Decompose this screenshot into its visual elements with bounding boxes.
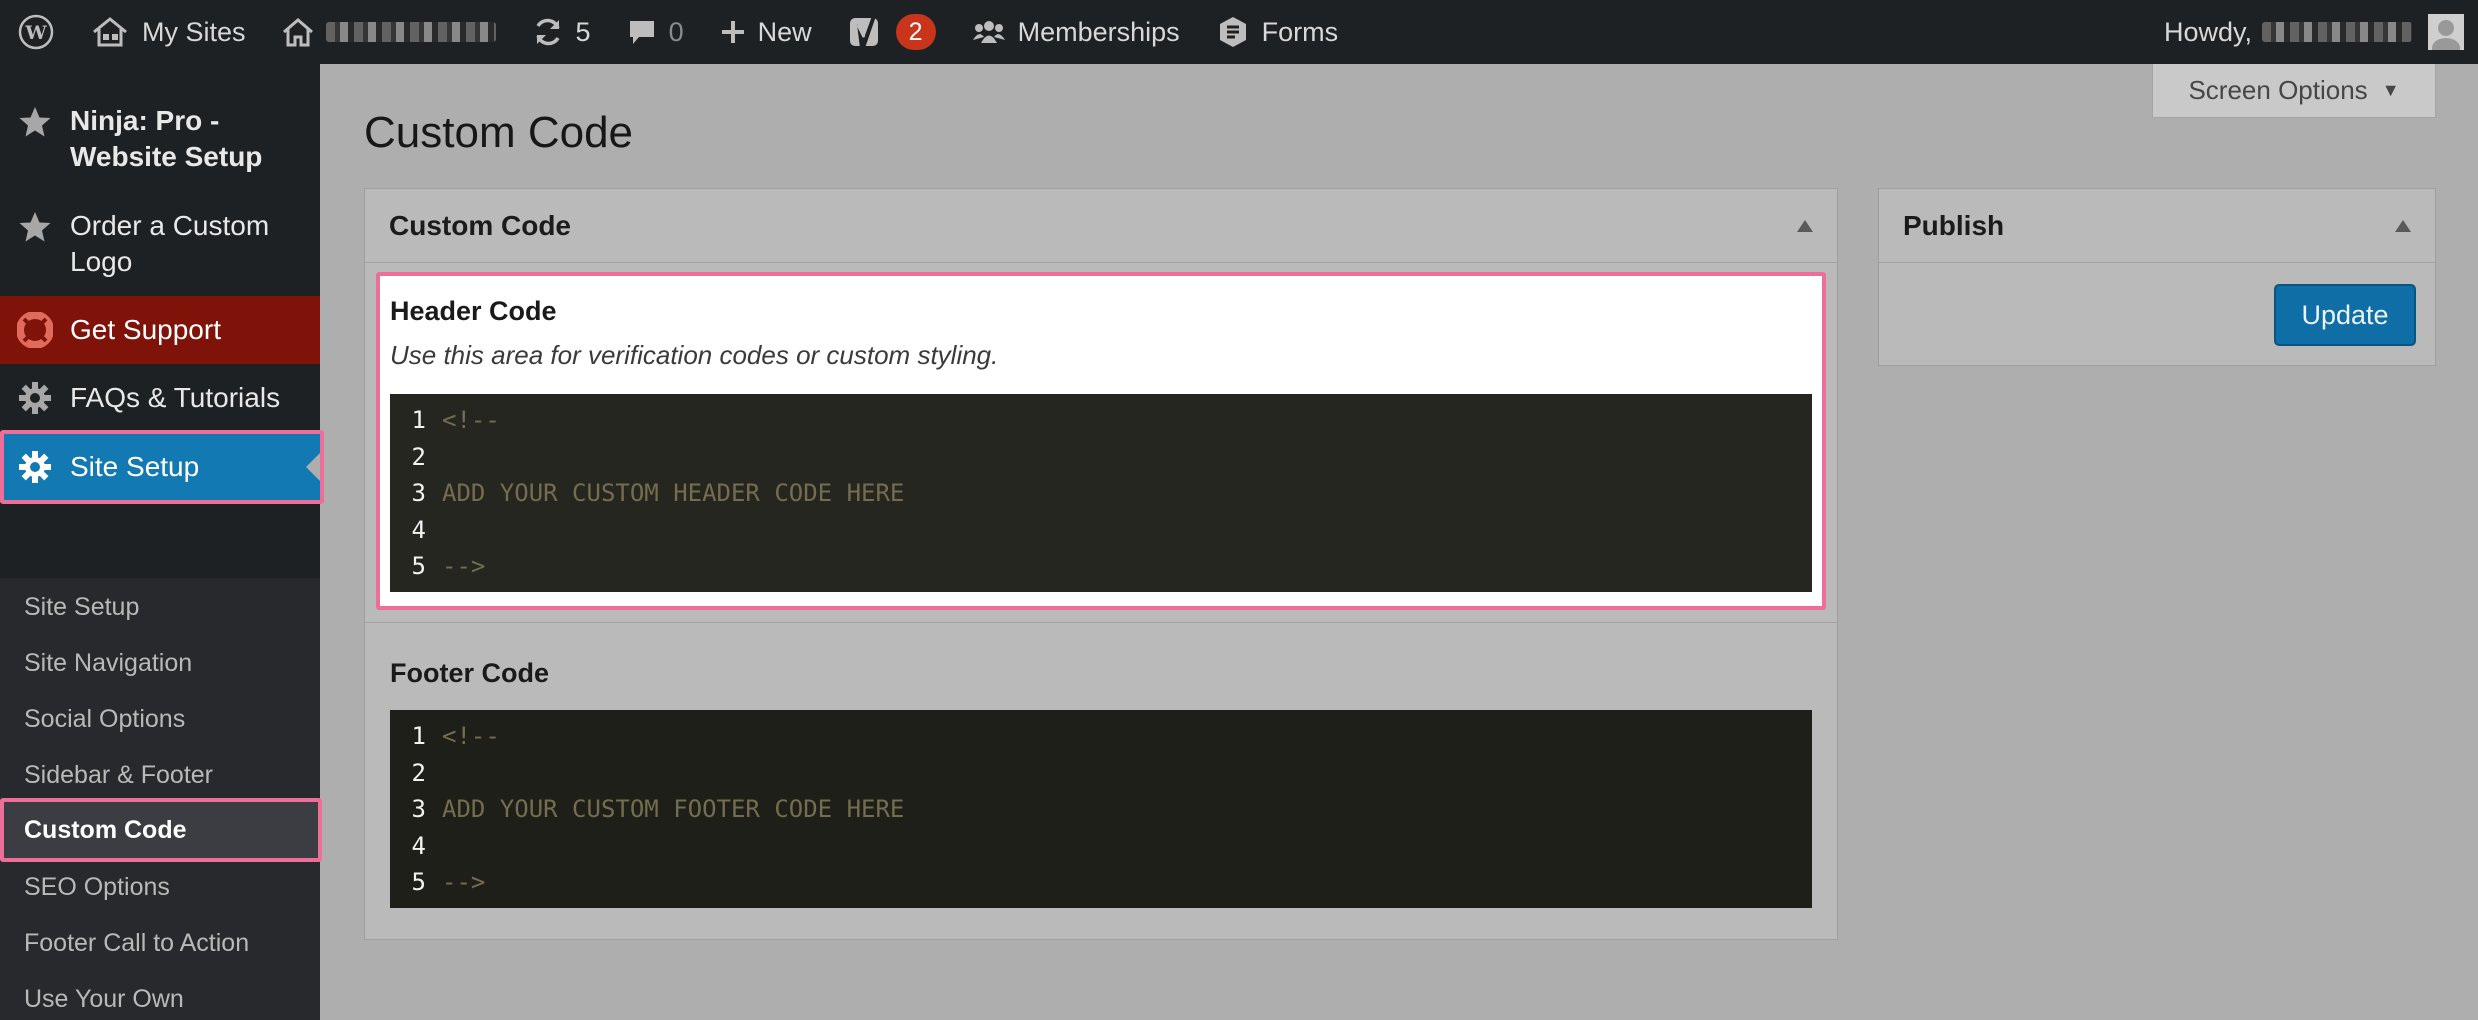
my-sites-label: My Sites bbox=[142, 16, 246, 47]
wordpress-logo-icon[interactable]: W bbox=[0, 0, 72, 64]
gear-icon bbox=[16, 379, 54, 417]
gear-icon bbox=[16, 448, 54, 486]
menu-item-get-support[interactable]: Get Support bbox=[0, 296, 320, 364]
menu-item-label: Get Support bbox=[70, 314, 221, 345]
comments-menu[interactable]: 0 bbox=[609, 0, 702, 64]
update-button[interactable]: Update bbox=[2274, 284, 2416, 346]
memberships-menu[interactable]: Memberships bbox=[954, 0, 1198, 64]
code-text: --> bbox=[442, 552, 486, 581]
yoast-menu[interactable]: 2 bbox=[830, 0, 954, 64]
submenu-own-domain[interactable]: Use Your Own Domain bbox=[0, 982, 260, 1020]
submenu-seo-options[interactable]: SEO Options bbox=[0, 870, 320, 904]
code-line: 2 bbox=[411, 758, 426, 787]
code-text: <!-- bbox=[442, 722, 500, 751]
header-code-editor[interactable]: 1 <!-- 2 3 ADD YOUR CUSTOM HEADER CODE HER… bbox=[390, 394, 1812, 592]
avatar bbox=[2428, 14, 2464, 50]
menu-item-label: Site Setup bbox=[70, 451, 200, 482]
updates-count: 5 bbox=[575, 16, 591, 47]
menu-item-custom-logo[interactable]: Order a Custom Logo bbox=[0, 208, 320, 280]
submenu-site-navigation[interactable]: Site Navigation bbox=[0, 646, 320, 680]
code-line: 3 ADD YOUR CUSTOM FOOTER CODE HERE bbox=[411, 795, 905, 824]
submenu-site-setup[interactable]: Site Setup bbox=[0, 590, 320, 624]
lifebuoy-icon bbox=[16, 311, 54, 349]
code-line: 4 bbox=[411, 515, 426, 544]
publish-box-header[interactable]: Publish bbox=[1879, 189, 2435, 263]
screen-options-label: Screen Options bbox=[2188, 75, 2368, 105]
caret-down-icon: ▼ bbox=[2381, 80, 2400, 100]
code-line: 1 <!-- bbox=[411, 722, 500, 751]
star-icon bbox=[16, 208, 54, 246]
header-code-description: Use this area for verification codes or … bbox=[390, 340, 999, 370]
code-line: 3 ADD YOUR CUSTOM HEADER CODE HERE bbox=[411, 479, 905, 508]
groups-icon bbox=[972, 21, 1005, 43]
admin-bar: W My Sites 5 0 New 2 Memberships Forms H… bbox=[0, 0, 2478, 64]
admin-sidebar: Ninja: Pro - Website Setup Order a Custo… bbox=[0, 64, 324, 1020]
username-redacted bbox=[2262, 22, 2412, 42]
collapse-arrow-icon[interactable] bbox=[2395, 219, 2411, 232]
menu-item-website-setup[interactable]: Ninja: Pro - Website Setup bbox=[0, 103, 320, 175]
new-label: New bbox=[757, 16, 812, 47]
submenu-sidebar-footer[interactable]: Sidebar & Footer bbox=[0, 758, 320, 792]
code-text: --> bbox=[442, 868, 486, 897]
menu-item-faqs[interactable]: FAQs & Tutorials bbox=[0, 364, 320, 432]
comments-count: 0 bbox=[668, 16, 684, 47]
menu-item-label: Ninja: Pro - Website Setup bbox=[70, 105, 263, 172]
my-sites-icon bbox=[93, 17, 127, 47]
header-code-title: Header Code bbox=[390, 296, 557, 326]
comment-icon bbox=[629, 21, 654, 44]
code-line: 5 --> bbox=[411, 868, 486, 897]
forms-label: Forms bbox=[1261, 16, 1339, 47]
footer-code-editor[interactable]: 1 <!-- 2 3 ADD YOUR CUSTOM FOOTER CODE HER… bbox=[390, 710, 1812, 908]
memberships-label: Memberships bbox=[1017, 16, 1180, 47]
home-icon bbox=[282, 18, 313, 47]
site-name-redacted bbox=[325, 22, 496, 42]
menu-item-label: Order a Custom Logo bbox=[70, 210, 270, 277]
publish-box-title: Publish bbox=[1903, 209, 2005, 241]
code-text: <!-- bbox=[442, 406, 500, 435]
my-account-menu[interactable]: Howdy, bbox=[2164, 0, 2478, 64]
submenu-custom-code[interactable]: Custom Code bbox=[0, 800, 320, 860]
submenu-footer-cta[interactable]: Footer Call to Action bbox=[0, 926, 320, 960]
updates-menu[interactable]: 5 bbox=[514, 0, 609, 64]
updates-icon bbox=[535, 18, 560, 46]
custom-code-box-header[interactable]: Custom Code bbox=[365, 189, 1837, 263]
forms-menu[interactable]: Forms bbox=[1198, 0, 1357, 64]
code-line: 4 bbox=[411, 831, 426, 860]
section-divider bbox=[365, 622, 1837, 623]
custom-code-box-title: Custom Code bbox=[389, 209, 571, 241]
code-text: ADD YOUR CUSTOM FOOTER CODE HERE bbox=[442, 795, 905, 824]
site-name-menu[interactable] bbox=[264, 0, 514, 64]
footer-code-title: Footer Code bbox=[390, 658, 549, 688]
new-content-menu[interactable]: New bbox=[702, 0, 830, 64]
code-line: 5 --> bbox=[411, 552, 486, 581]
svg-text:W: W bbox=[24, 22, 47, 44]
collapse-arrow-icon[interactable] bbox=[1797, 219, 1813, 232]
plus-icon bbox=[721, 21, 744, 43]
screen-options-button[interactable]: Screen Options ▼ bbox=[2152, 64, 2436, 118]
yoast-notification-badge: 2 bbox=[895, 14, 936, 50]
star-icon bbox=[16, 103, 54, 141]
page-title: Custom Code bbox=[364, 108, 634, 157]
menu-item-label: FAQs & Tutorials bbox=[70, 382, 281, 413]
howdy-label: Howdy, bbox=[2163, 16, 2252, 47]
site-setup-submenu: Site Setup Site Navigation Social Option… bbox=[0, 578, 322, 1020]
menu-item-site-setup[interactable]: Site Setup bbox=[0, 432, 320, 502]
yoast-icon bbox=[849, 16, 878, 48]
submenu-social-options[interactable]: Social Options bbox=[0, 702, 320, 736]
code-text: ADD YOUR CUSTOM HEADER CODE HERE bbox=[442, 479, 905, 508]
forms-icon bbox=[1219, 17, 1246, 47]
code-line: 2 bbox=[411, 442, 426, 471]
code-line: 1 <!-- bbox=[411, 406, 500, 435]
my-sites-menu[interactable]: My Sites bbox=[72, 0, 264, 64]
